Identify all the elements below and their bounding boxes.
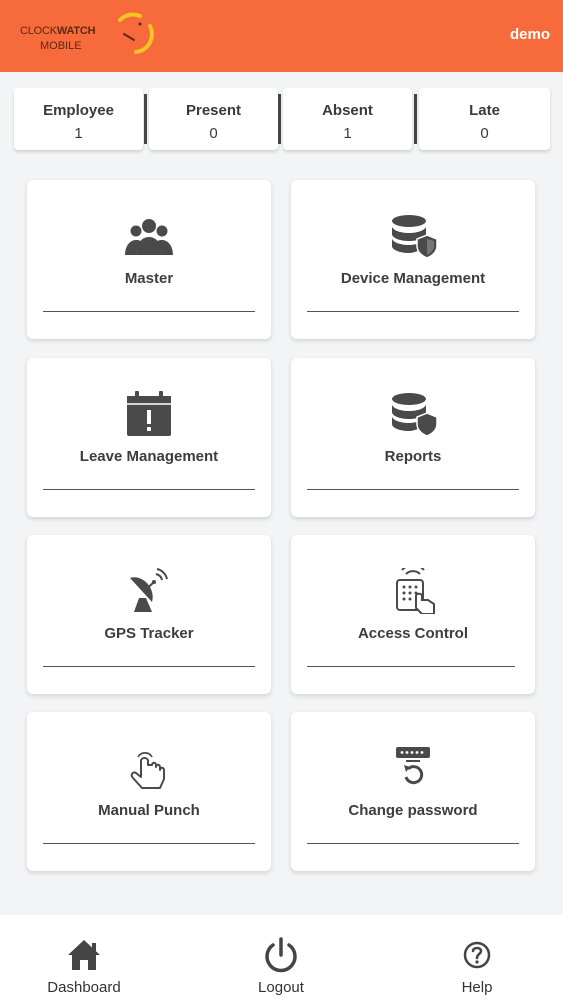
card-label: Master <box>124 270 174 287</box>
help-circle-icon <box>463 941 491 969</box>
stat-late[interactable]: Late 0 <box>414 88 550 150</box>
database-shield-icon <box>392 215 438 259</box>
clock-arc-icon <box>118 12 154 54</box>
card-leave-management[interactable]: Leave Management <box>27 358 271 517</box>
users-group-icon <box>125 219 173 255</box>
stat-present[interactable]: Present 0 <box>144 88 278 150</box>
satellite-dish-icon <box>130 568 168 612</box>
nav-dashboard[interactable]: Dashboard <box>24 915 144 1000</box>
calendar-alert-icon <box>127 391 171 436</box>
logo-text-line2: MOBILE <box>40 40 82 52</box>
card-gps-tracker[interactable]: GPS Tracker <box>27 535 271 694</box>
password-reset-icon <box>396 747 430 785</box>
nav-label: Dashboard <box>47 979 121 996</box>
nav-logout[interactable]: Logout <box>221 915 341 1000</box>
app-header: CLOCKWATCH MOBILE demo <box>0 0 563 72</box>
stats-bar: Employee 1 Present 0 Absent 1 Late 0 <box>14 88 550 150</box>
app-logo: CLOCKWATCH MOBILE <box>20 12 170 60</box>
card-label: Change password <box>348 802 478 819</box>
card-label: Device Management <box>340 270 486 287</box>
card-label: GPS Tracker <box>104 625 194 642</box>
database-shield-icon <box>392 393 438 437</box>
card-label: Leave Management <box>79 448 219 465</box>
card-label: Access Control <box>357 625 469 642</box>
card-change-password[interactable]: Change password <box>291 712 535 871</box>
stat-value: 1 <box>74 125 83 142</box>
stat-employee[interactable]: Employee 1 <box>14 88 143 150</box>
stat-label: Late <box>469 102 500 119</box>
power-icon <box>265 937 297 973</box>
bottom-nav: Dashboard Logout Help <box>0 915 563 1000</box>
card-device-management[interactable]: Device Management <box>291 180 535 339</box>
stat-divider <box>144 94 147 144</box>
card-underline <box>307 489 519 490</box>
stat-divider <box>414 94 417 144</box>
card-underline <box>43 311 255 312</box>
card-underline <box>307 843 519 844</box>
card-underline <box>307 311 519 312</box>
stat-absent[interactable]: Absent 1 <box>278 88 412 150</box>
stat-label: Absent <box>322 102 373 119</box>
nav-label: Logout <box>258 979 304 996</box>
card-label: Manual Punch <box>98 802 200 819</box>
card-underline <box>307 666 515 667</box>
stat-label: Present <box>185 102 242 119</box>
home-icon <box>68 940 100 970</box>
card-label: Reports <box>384 448 442 465</box>
stat-value: 1 <box>343 125 352 142</box>
keypad-touch-icon <box>396 568 435 614</box>
stat-divider <box>278 94 281 144</box>
card-master[interactable]: Master <box>27 180 271 339</box>
card-underline <box>43 666 255 667</box>
nav-help[interactable]: Help <box>417 915 537 1000</box>
nav-label: Help <box>461 979 493 996</box>
logo-text-line1: CLOCKWATCH <box>20 25 96 37</box>
stat-label: Employee <box>43 102 114 119</box>
card-reports[interactable]: Reports <box>291 358 535 517</box>
card-underline <box>43 489 255 490</box>
hand-tap-icon <box>130 751 165 789</box>
card-access-control[interactable]: Access Control <box>291 535 535 694</box>
stat-value: 0 <box>209 125 218 142</box>
stat-value: 0 <box>480 125 489 142</box>
card-manual-punch[interactable]: Manual Punch <box>27 712 271 871</box>
card-underline <box>43 843 255 844</box>
user-name[interactable]: demo <box>510 26 550 43</box>
